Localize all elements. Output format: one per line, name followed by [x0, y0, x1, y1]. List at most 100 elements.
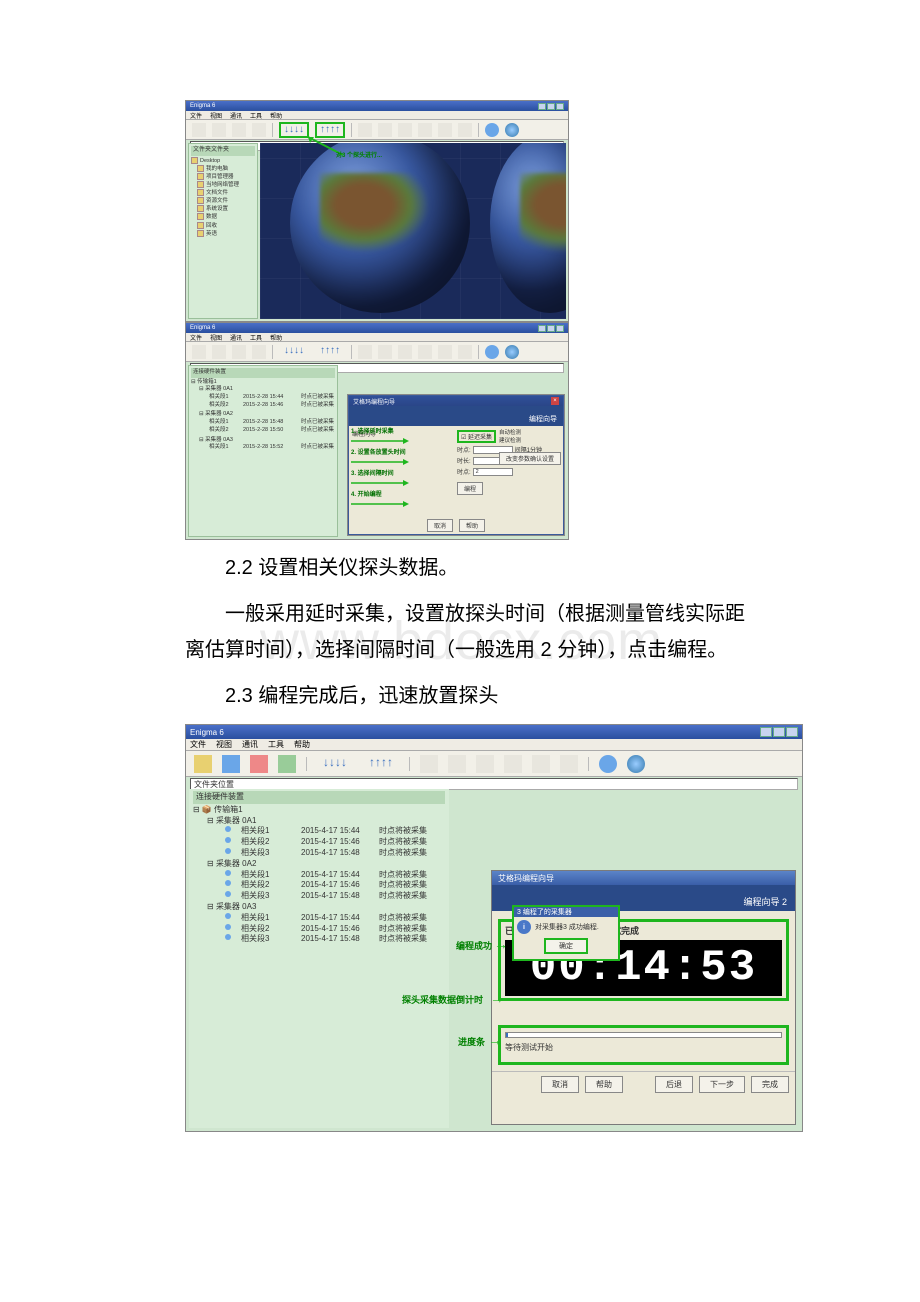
close-icon[interactable]: ×: [551, 397, 559, 405]
cancel-button[interactable]: 取消: [541, 1076, 579, 1093]
tool-icon[interactable]: [192, 123, 206, 137]
desktop-label[interactable]: Desktop: [200, 158, 220, 164]
tool-icon[interactable]: [278, 755, 296, 773]
menu-item[interactable]: 视图: [210, 111, 222, 120]
collector-node[interactable]: ⊟ 采集器 0A2: [199, 411, 335, 419]
start-program-button[interactable]: 编程: [457, 482, 483, 495]
device-tree[interactable]: 连接硬件装置 ⊟ 传输箱1 ⊟ 采集器 0A1 相关段12015-2-28 15…: [188, 365, 338, 537]
help-button[interactable]: 帮助: [459, 519, 485, 532]
tree-root[interactable]: ⊟ 📦 传输箱1: [193, 805, 445, 816]
close-icon[interactable]: [556, 103, 564, 110]
menu-item[interactable]: 通讯: [230, 111, 242, 120]
help-button[interactable]: 帮助: [585, 1076, 623, 1093]
menu-item[interactable]: 工具: [268, 739, 284, 750]
tool-icon[interactable]: [398, 345, 412, 359]
tool-icon[interactable]: [418, 345, 432, 359]
device-tree[interactable]: 连接硬件装置 ⊟ 📦 传输箱1 ⊟ 采集器 0A1 相关段12015-4-17 …: [189, 789, 449, 1128]
help-icon[interactable]: [599, 755, 617, 773]
tree-item[interactable]: 资源文件: [206, 198, 228, 204]
tool-icon[interactable]: [398, 123, 412, 137]
close-icon[interactable]: [556, 325, 564, 332]
tree-item[interactable]: 系统设置: [206, 206, 228, 212]
globe-icon[interactable]: [505, 345, 519, 359]
tool-icon[interactable]: [560, 755, 578, 773]
tool-icon[interactable]: [448, 755, 466, 773]
tree-item[interactable]: 英语: [206, 231, 217, 237]
menu-item[interactable]: 帮助: [270, 111, 282, 120]
menu-item[interactable]: 工具: [250, 111, 262, 120]
close-icon[interactable]: [786, 727, 798, 737]
tree-item[interactable]: 数据: [206, 214, 217, 220]
upload-icon[interactable]: ↑↑↑↑: [315, 345, 345, 359]
menu-item[interactable]: 帮助: [270, 333, 282, 342]
tool-icon[interactable]: [250, 755, 268, 773]
option-label[interactable]: 自动检测: [499, 428, 561, 436]
menu-item[interactable]: 通讯: [230, 333, 242, 342]
tree-item[interactable]: 项目管理器: [206, 174, 234, 180]
menu-item[interactable]: 帮助: [294, 739, 310, 750]
tool-icon[interactable]: [420, 755, 438, 773]
tool-icon[interactable]: [458, 345, 472, 359]
tree-item[interactable]: 我的电脑: [206, 166, 228, 172]
download-icon[interactable]: ↓↓↓↓: [279, 345, 309, 359]
next-button[interactable]: 下一步: [699, 1076, 745, 1093]
option-label[interactable]: 建议检测: [499, 436, 561, 444]
tool-icon[interactable]: [252, 345, 266, 359]
maximize-icon[interactable]: [547, 103, 555, 110]
tool-icon[interactable]: [358, 345, 372, 359]
tool-icon[interactable]: [212, 345, 226, 359]
ok-button[interactable]: 确定: [544, 938, 588, 954]
minimize-icon[interactable]: [760, 727, 772, 737]
menu-item[interactable]: 文件: [190, 739, 206, 750]
minimize-icon[interactable]: [538, 103, 546, 110]
menu-item[interactable]: 工具: [250, 333, 262, 342]
download-probes-button[interactable]: ↓↓↓↓: [279, 122, 309, 138]
tool-icon[interactable]: [232, 345, 246, 359]
menu-item[interactable]: 文件: [190, 111, 202, 120]
help-icon[interactable]: [485, 345, 499, 359]
tool-icon[interactable]: [476, 755, 494, 773]
tool-icon[interactable]: [378, 123, 392, 137]
tool-icon[interactable]: [438, 345, 452, 359]
tool-icon[interactable]: [378, 345, 392, 359]
interval-select[interactable]: 2: [473, 468, 513, 476]
upload-probes-button[interactable]: ↑↑↑↑: [315, 122, 345, 138]
tool-icon[interactable]: [222, 755, 240, 773]
tool-icon[interactable]: [232, 123, 246, 137]
collector-node[interactable]: ⊟ 采集器 0A3: [207, 902, 445, 913]
confirm-settings-button[interactable]: 改变参数确认设置: [499, 452, 561, 465]
delay-collect-button[interactable]: ☑ 延迟采集: [457, 430, 496, 443]
maximize-icon[interactable]: [773, 727, 785, 737]
collector-node[interactable]: ⊟ 采集器 0A1: [207, 816, 445, 827]
menu-item[interactable]: 通讯: [242, 739, 258, 750]
upload-icon[interactable]: ↑↑↑↑: [363, 755, 399, 773]
maximize-icon[interactable]: [547, 325, 555, 332]
tool-icon[interactable]: [532, 755, 550, 773]
tool-icon[interactable]: [192, 345, 206, 359]
globe-icon[interactable]: [627, 755, 645, 773]
tool-icon[interactable]: [458, 123, 472, 137]
download-icon[interactable]: ↓↓↓↓: [317, 755, 353, 773]
globe-icon[interactable]: [505, 123, 519, 137]
tree-item[interactable]: 当地网络管理: [206, 182, 239, 188]
collector-node[interactable]: ⊟ 采集器 0A1: [199, 386, 335, 394]
minimize-icon[interactable]: [538, 325, 546, 332]
folder-tree-panel[interactable]: 文件夹文件夹 Desktop 我的电脑 项目管理器 当地网络管理 文档文件 资源…: [188, 143, 258, 319]
tool-icon[interactable]: [504, 755, 522, 773]
help-icon[interactable]: [485, 123, 499, 137]
collector-node[interactable]: ⊟ 采集器 0A2: [207, 859, 445, 870]
menu-item[interactable]: 文件: [190, 333, 202, 342]
cancel-button[interactable]: 取消: [427, 519, 453, 532]
tree-item[interactable]: 回收: [206, 223, 217, 229]
tool-icon[interactable]: [438, 123, 452, 137]
tool-icon[interactable]: [252, 123, 266, 137]
menu-item[interactable]: 视图: [216, 739, 232, 750]
tool-icon[interactable]: [418, 123, 432, 137]
tool-icon[interactable]: [194, 755, 212, 773]
tree-item[interactable]: 文档文件: [206, 190, 228, 196]
tool-icon[interactable]: [358, 123, 372, 137]
finish-button[interactable]: 完成: [751, 1076, 789, 1093]
menu-item[interactable]: 视图: [210, 333, 222, 342]
tool-icon[interactable]: [212, 123, 226, 137]
back-button[interactable]: 后退: [655, 1076, 693, 1093]
